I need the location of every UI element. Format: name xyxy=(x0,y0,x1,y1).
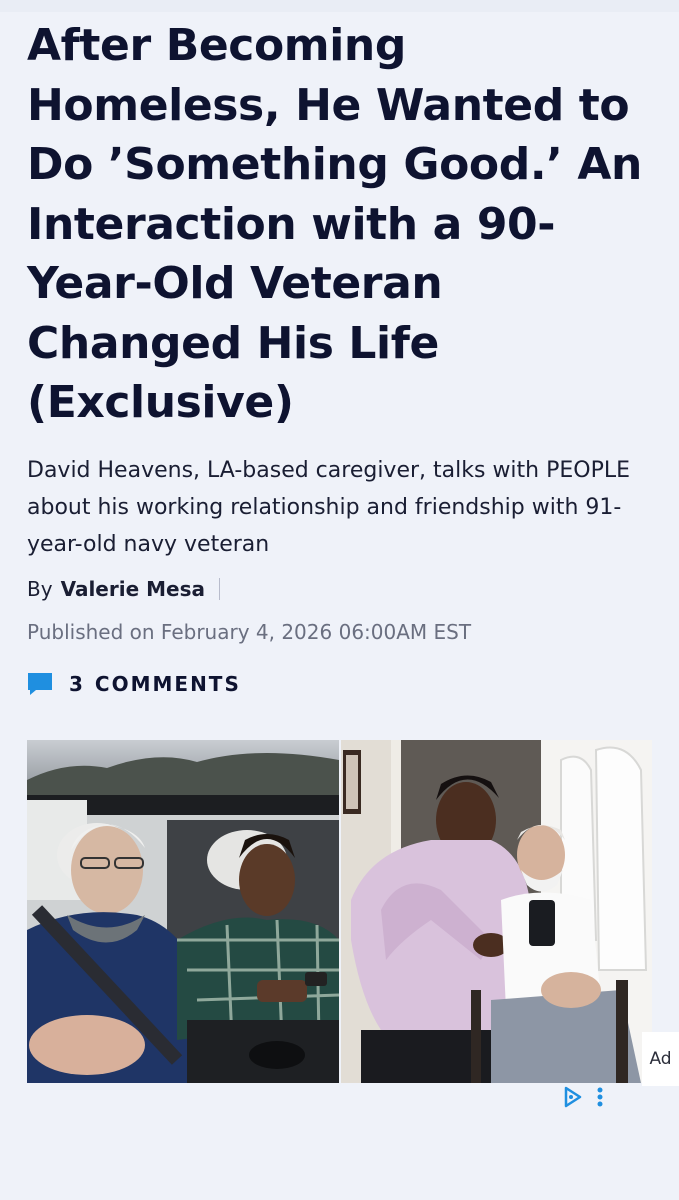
car-photo xyxy=(27,740,339,1083)
byline-prefix: By xyxy=(27,577,53,601)
published-date: Published on February 4, 2026 06:00AM ES… xyxy=(27,620,472,644)
byline-divider xyxy=(218,578,220,600)
author-link[interactable]: Valerie Mesa xyxy=(61,577,205,601)
comment-bubble-icon xyxy=(28,673,52,695)
comments-button[interactable]: 3 COMMENTS xyxy=(27,668,241,700)
article-dek: David Heavens, LA-based caregiver, talks… xyxy=(27,458,631,557)
comments-label: 3 COMMENTS xyxy=(69,672,241,696)
room-photo xyxy=(341,740,652,1083)
ad-label: Ad xyxy=(642,1032,679,1086)
top-strip xyxy=(0,0,679,12)
ad-controls xyxy=(562,1086,604,1108)
comments-word: COMMENTS xyxy=(94,672,241,696)
article-headline: After Becoming Homeless, He Wanted to Do… xyxy=(27,20,642,428)
more-vertical-icon[interactable] xyxy=(596,1086,604,1108)
adchoices-icon[interactable] xyxy=(562,1086,584,1108)
article-photo-left[interactable] xyxy=(27,740,339,1083)
byline: By Valerie Mesa xyxy=(27,574,220,604)
comments-count: 3 xyxy=(69,672,85,696)
article-photo-right[interactable] xyxy=(341,740,652,1083)
